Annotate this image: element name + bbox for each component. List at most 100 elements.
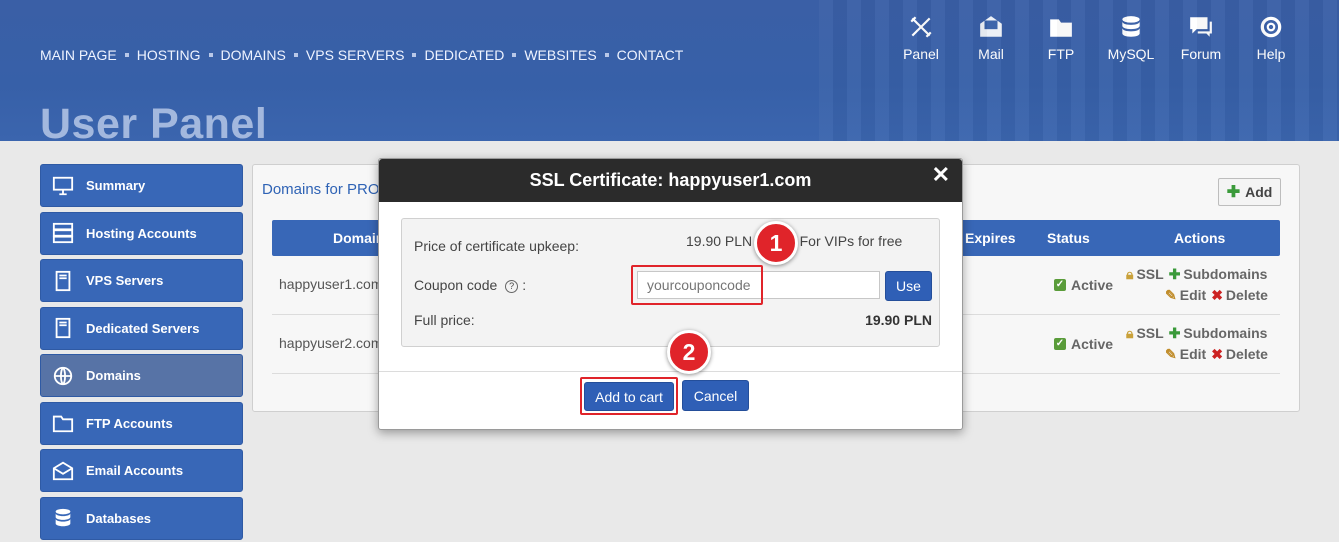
delete-link[interactable]: Delete (1226, 287, 1268, 303)
sidebar-item-label: Summary (86, 178, 146, 193)
add-domain-button[interactable]: ✚ Add (1218, 178, 1281, 206)
sidebar-item-dedicated-servers[interactable]: Dedicated Servers (40, 306, 243, 350)
sidebar-item-label: Email Accounts (86, 463, 184, 478)
coupon-highlight-box (631, 265, 763, 305)
plus-icon: ✚ (1168, 325, 1181, 341)
edit-link[interactable]: Edit (1180, 287, 1206, 303)
use-coupon-button[interactable]: Use (885, 271, 932, 301)
database-icon (51, 507, 75, 529)
close-icon[interactable]: ✕ (932, 162, 950, 188)
sidebar-item-label: Dedicated Servers (86, 320, 200, 336)
nav-separator (412, 53, 417, 57)
top-mail-link[interactable]: Mail (956, 14, 1026, 62)
edit-icon: ✎ (1165, 346, 1177, 362)
status-badge: ✓ Active (1054, 277, 1113, 293)
mail-icon (980, 16, 1002, 37)
plus-icon: ✚ (1168, 266, 1181, 282)
row-actions-bottom: ✎ Edit ✖ Delete (1165, 346, 1268, 363)
edit-link[interactable]: Edit (1180, 346, 1206, 362)
nav-separator (124, 53, 129, 57)
folder-icon (51, 412, 75, 434)
nav-separator (208, 53, 213, 57)
nav-contact[interactable]: CONTACT (617, 47, 684, 63)
subdomains-link[interactable]: Subdomains (1183, 266, 1267, 282)
top-ftp-label: FTP (1047, 46, 1075, 62)
top-panel-label: Panel (903, 46, 939, 62)
price-label: Price of certificate upkeep: (414, 238, 579, 254)
lock-icon: 🔒︎ (1126, 325, 1134, 341)
envelope-icon (51, 460, 75, 482)
top-help-link[interactable]: Help (1236, 14, 1306, 62)
ssl-certificate-modal: SSL Certificate: happyuser1.com ✕ Price … (378, 158, 963, 430)
sidebar-item-label: Databases (86, 510, 152, 526)
nav-separator (512, 53, 517, 57)
delete-icon: ✖ (1211, 346, 1223, 362)
nav-separator (293, 53, 298, 57)
top-panel-link[interactable]: Panel (886, 14, 956, 62)
row-actions-top: 🔒︎ SSL ✚ Subdomains (1126, 325, 1267, 342)
top-forum-link[interactable]: Forum (1166, 14, 1236, 62)
tower-icon (51, 270, 75, 292)
ssl-link[interactable]: SSL (1136, 325, 1163, 341)
main-nav: MAIN PAGE HOSTING DOMAINS VPS SERVERS DE… (40, 47, 683, 63)
sidebar-item-label: Hosting Accounts (86, 225, 197, 241)
chat-icon (1190, 17, 1212, 37)
check-icon: ✓ (1054, 338, 1066, 350)
lifebuoy-icon (1260, 16, 1282, 38)
full-price-label: Full price: (414, 312, 475, 328)
step-badge-1: 1 (754, 221, 798, 265)
column-status: Status (1047, 230, 1090, 246)
status-text: Active (1071, 336, 1114, 352)
certificate-details-box: Price of certificate upkeep: 19.90 PLN /… (401, 218, 940, 347)
top-help-label: Help (1256, 46, 1286, 62)
column-domain: Domain (333, 230, 385, 246)
sidebar-item-ftp-accounts[interactable]: FTP Accounts (40, 401, 243, 445)
sidebar-item-summary[interactable]: Summary (40, 164, 243, 207)
row-actions-top: 🔒︎ SSL ✚ Subdomains (1126, 266, 1267, 283)
domain-name: happyuser1.com (279, 276, 383, 292)
add-label: Add (1245, 184, 1273, 200)
sidebar-item-label: FTP Accounts (86, 415, 173, 431)
top-forum-label: Forum (1180, 46, 1222, 62)
tools-icon (910, 16, 932, 38)
sidebar-item-vps-servers[interactable]: VPS Servers (40, 259, 243, 302)
sidebar-item-databases[interactable]: Databases (40, 496, 243, 540)
help-icon[interactable]: ? (505, 280, 519, 293)
folder-icon (1050, 19, 1072, 37)
subdomains-link[interactable]: Subdomains (1183, 325, 1267, 341)
step-badge-2: 2 (667, 330, 711, 374)
row-actions-bottom: ✎ Edit ✖ Delete (1165, 287, 1268, 304)
cancel-button[interactable]: Cancel (682, 380, 749, 411)
monitor-icon (51, 175, 75, 197)
nav-separator (604, 53, 609, 57)
nav-dedicated[interactable]: DEDICATED (424, 47, 504, 63)
column-actions: Actions (1174, 230, 1226, 246)
coupon-label: Coupon code (414, 277, 498, 293)
nav-websites[interactable]: WEBSITES (524, 47, 596, 63)
ssl-link[interactable]: SSL (1136, 266, 1163, 282)
domain-name: happyuser2.com (279, 335, 383, 351)
sidebar-item-email-accounts[interactable]: Email Accounts (40, 449, 243, 492)
add-to-cart-button[interactable]: Add to cart (584, 382, 674, 411)
modal-title: SSL Certificate: happyuser1.com (529, 170, 812, 190)
full-price-value: 19.90 PLN (865, 312, 932, 328)
top-mysql-link[interactable]: MySQL (1096, 14, 1166, 62)
plus-icon: ✚ (1226, 184, 1241, 201)
page-title: User Panel (40, 100, 268, 148)
top-ftp-link[interactable]: FTP (1026, 14, 1096, 62)
delete-link[interactable]: Delete (1226, 346, 1268, 362)
sidebar-item-domains[interactable]: Domains (40, 354, 243, 397)
sidebar-item-hosting-accounts[interactable]: Hosting Accounts (40, 211, 243, 255)
top-mysql-label: MySQL (1107, 46, 1155, 62)
nav-main-page[interactable]: MAIN PAGE (40, 47, 117, 63)
domains-panel-title: Domains for PRO (262, 181, 380, 198)
top-mail-label: Mail (978, 46, 1004, 62)
database-icon (1122, 16, 1140, 37)
modal-header: SSL Certificate: happyuser1.com ✕ (379, 159, 962, 202)
edit-icon: ✎ (1165, 287, 1177, 303)
nav-domains[interactable]: DOMAINS (221, 47, 286, 63)
column-expires: Expires (965, 230, 1016, 246)
nav-vps-servers[interactable]: VPS SERVERS (306, 47, 405, 63)
nav-hosting[interactable]: HOSTING (137, 47, 201, 63)
coupon-label-wrap: Coupon code ?: (414, 277, 526, 293)
